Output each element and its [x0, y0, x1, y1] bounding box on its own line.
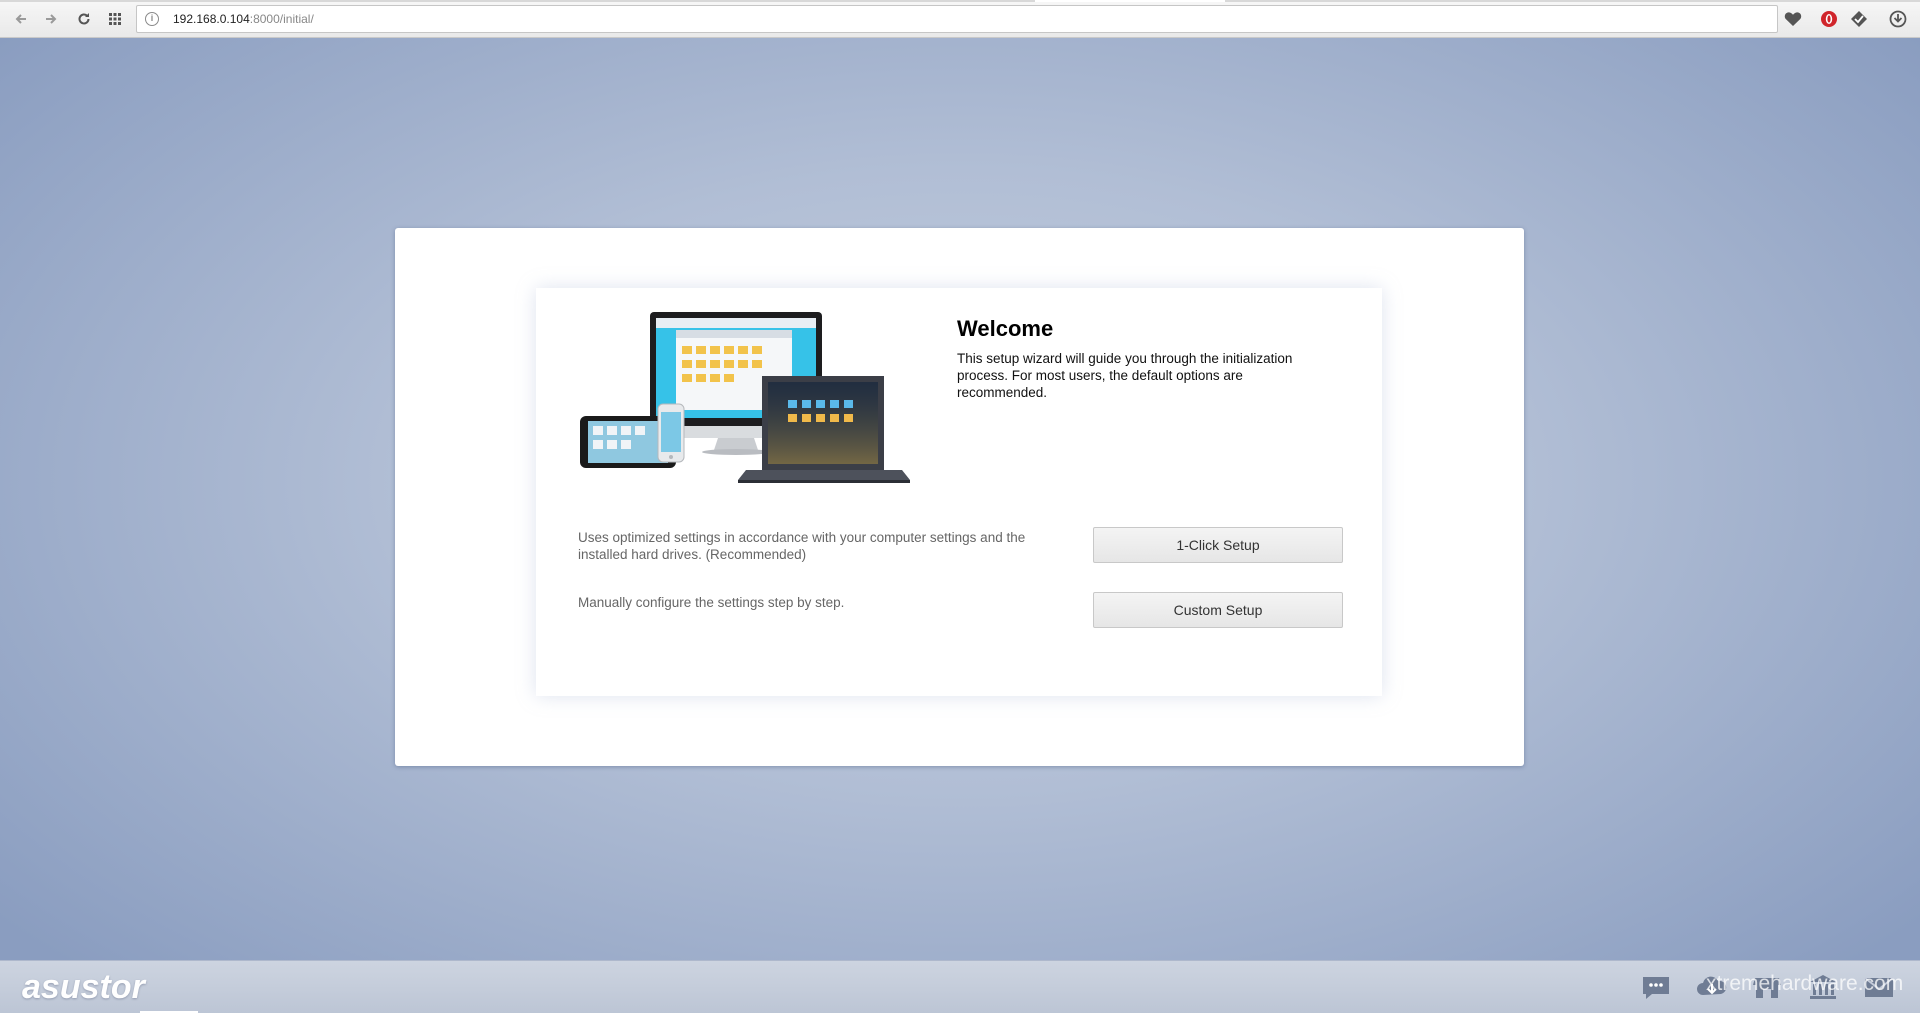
url-path: :8000/initial/: [249, 12, 314, 26]
bank-tray-button[interactable]: [1806, 971, 1840, 1003]
apps-grid-icon: [109, 13, 121, 25]
download-icon: [1889, 10, 1907, 28]
url-host: 192.168.0.104: [173, 12, 250, 26]
asustor-logo: asustor: [22, 968, 145, 1006]
phone-illustration: [657, 403, 685, 463]
site-info-icon[interactable]: i: [145, 12, 159, 26]
one-click-setup-button[interactable]: 1-Click Setup: [1093, 527, 1343, 563]
back-arrow-icon: [15, 14, 26, 24]
ad-blocker-button[interactable]: [1818, 8, 1840, 30]
mail-icon: [1864, 977, 1894, 997]
laptop-illustration: [738, 376, 910, 483]
reload-icon: [78, 13, 90, 25]
heart-icon: [1784, 12, 1802, 26]
setup-wizard-panel: [395, 228, 1524, 766]
browser-toolbar: i 192.168.0.104:8000/initial/: [0, 0, 1920, 38]
downloads-button[interactable]: [1887, 8, 1909, 30]
taskbar: asustor xtremehardware.com: [0, 960, 1920, 1013]
forward-arrow-icon: [46, 14, 57, 24]
devices-illustration: [580, 312, 910, 483]
tab-strip: [0, 0, 1920, 2]
store-tray-button[interactable]: [1750, 971, 1784, 1003]
address-url: 192.168.0.104:8000/initial/: [173, 12, 314, 26]
bookmark-button[interactable]: [1782, 8, 1804, 30]
reload-button[interactable]: [73, 8, 95, 30]
bank-icon: [1810, 975, 1836, 999]
welcome-description: This setup wizard will guide you through…: [957, 351, 1293, 400]
store-icon: [1753, 978, 1781, 998]
chat-icon: [1643, 977, 1669, 999]
custom-setup-button[interactable]: Custom Setup: [1093, 592, 1343, 628]
back-button[interactable]: [10, 8, 32, 30]
forward-button[interactable]: [40, 8, 62, 30]
vpn-button[interactable]: [1848, 8, 1870, 30]
active-tab-indicator: [1035, 0, 1225, 2]
address-bar[interactable]: i 192.168.0.104:8000/initial/: [136, 5, 1778, 33]
one-click-setup-description: Uses optimized settings in accordance wi…: [578, 530, 1026, 562]
speed-dial-button[interactable]: [104, 8, 126, 30]
cloud-download-icon: [1697, 976, 1727, 995]
mail-tray-button[interactable]: [1862, 971, 1896, 1003]
chat-tray-button[interactable]: [1640, 971, 1674, 1003]
cloud-download-tray-button[interactable]: [1695, 971, 1729, 1003]
vpn-icon: [1851, 11, 1867, 27]
welcome-title: Welcome: [957, 316, 1054, 341]
opera-icon: [1821, 11, 1837, 27]
custom-setup-description: Manually configure the settings step by …: [578, 595, 845, 610]
